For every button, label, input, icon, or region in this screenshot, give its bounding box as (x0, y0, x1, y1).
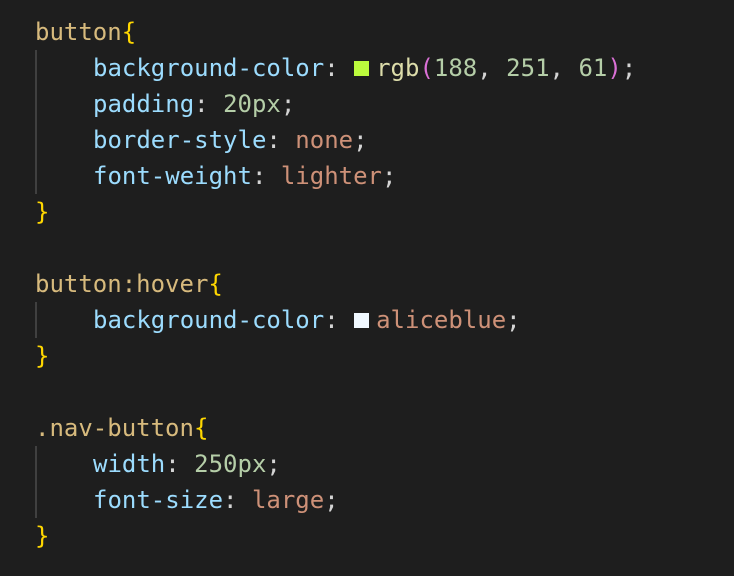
open-paren: ( (419, 54, 434, 82)
color-swatch-icon[interactable] (353, 312, 371, 329)
number-value: 61 (578, 54, 608, 82)
number-value: 251 (506, 54, 550, 82)
keyword-value: aliceblue (376, 306, 507, 334)
code-line: width: 250px; (93, 450, 281, 478)
property-name: background-color (93, 54, 325, 82)
open-brace: { (193, 414, 209, 442)
code-line: button{ (35, 14, 136, 50)
function-name: rgb (376, 54, 420, 82)
close-brace: } (35, 198, 50, 226)
keyword-value: large (251, 486, 325, 514)
number-value: 250px (194, 450, 267, 478)
keyword-value: none (295, 126, 354, 154)
selector: button (35, 18, 122, 46)
code-line: background-color: rgb(188, 251, 61); (93, 54, 637, 82)
close-brace: } (35, 342, 50, 370)
selector: button:hover (35, 270, 209, 298)
property-name: background-color (93, 306, 325, 334)
code-line: border-style: none; (93, 126, 368, 154)
code-line: font-weight: lighter; (93, 162, 397, 190)
number-value: 20px (223, 90, 281, 118)
indent-guide (35, 446, 37, 518)
property-name: font-weight (93, 162, 252, 190)
code-line: padding: 20px; (93, 90, 296, 118)
code-line: background-color: aliceblue; (93, 306, 521, 334)
indent-guide (35, 302, 37, 338)
property-name: width (93, 450, 166, 478)
code-editor[interactable]: button{ background-color: rgb(188, 251, … (0, 0, 734, 576)
close-brace: } (35, 522, 50, 550)
selector: .nav-button (35, 414, 194, 442)
open-brace: { (121, 18, 137, 46)
code-line: } (35, 338, 49, 374)
close-paren: ) (607, 54, 622, 82)
code-line: } (35, 194, 49, 230)
code-line: } (35, 518, 49, 554)
code-line: .nav-button{ (35, 410, 208, 446)
property-name: border-style (93, 126, 267, 154)
code-line: button:hover{ (35, 266, 223, 302)
keyword-value: lighter (280, 162, 383, 190)
number-value: 188 (433, 54, 478, 82)
property-name: padding (93, 90, 195, 118)
indent-guide (35, 50, 37, 194)
open-brace: { (208, 270, 223, 298)
code-line: font-size: large; (93, 486, 339, 514)
color-swatch-icon[interactable] (353, 60, 371, 77)
property-name: font-size (93, 486, 224, 514)
